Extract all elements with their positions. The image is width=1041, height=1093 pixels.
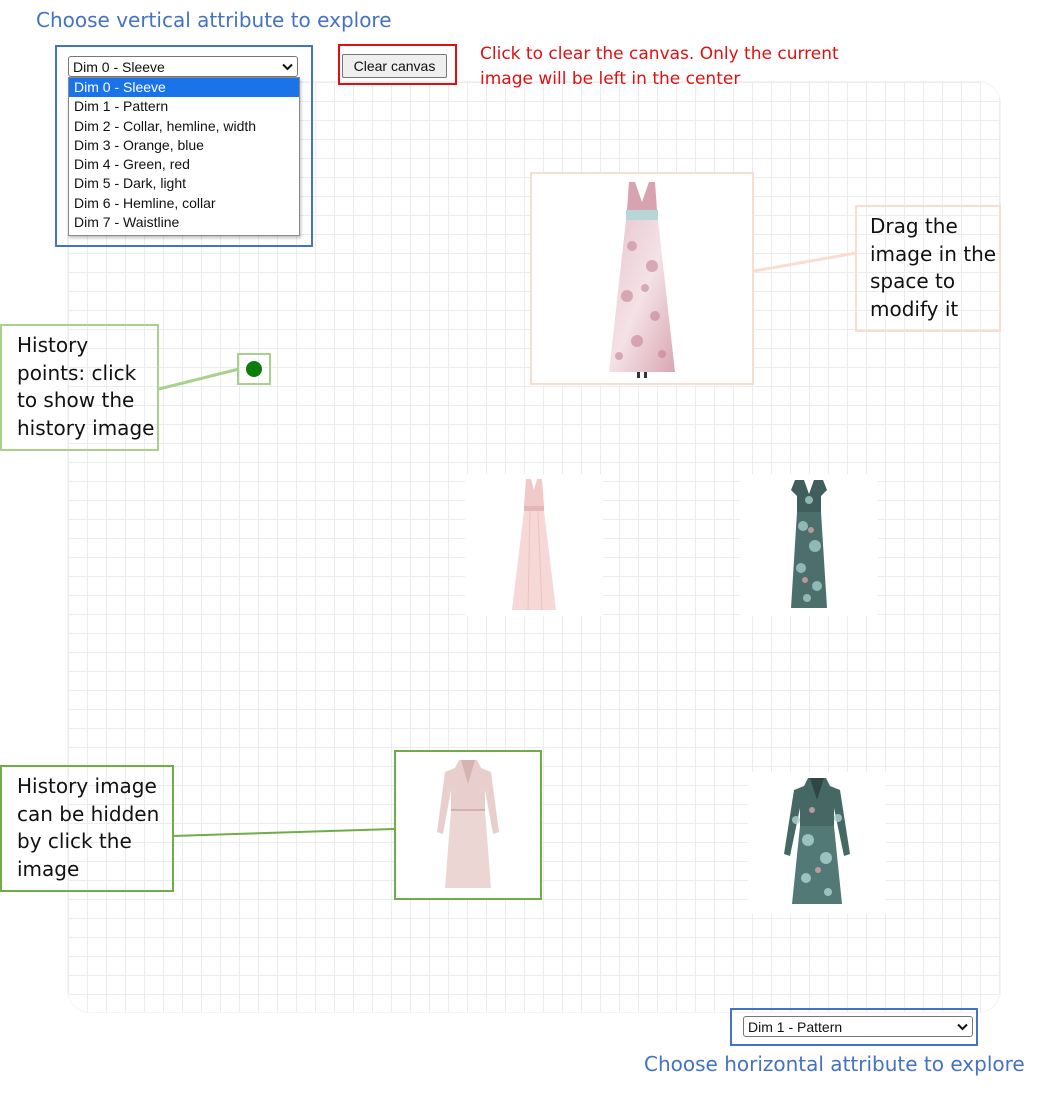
- floral-maxi-dress-image: [609, 182, 675, 378]
- history-image-connector: [172, 828, 395, 837]
- vertical-attribute-options: Dim 0 - Sleeve Dim 1 - Pattern Dim 2 - C…: [68, 77, 300, 236]
- drag-callout-line: image in the: [870, 241, 997, 266]
- horizontal-select-value: Dim 1 - Pattern: [748, 1018, 843, 1035]
- option-dim-2[interactable]: Dim 2 - Collar, hemline, width: [69, 117, 299, 136]
- history-point[interactable]: [246, 361, 262, 377]
- history-image-callout: History image can be hidden by click the…: [0, 765, 174, 892]
- chevron-down-icon: [282, 63, 293, 71]
- history-image-line: image: [17, 856, 80, 881]
- chevron-down-icon: [957, 1023, 968, 1031]
- history-points-line: History: [17, 333, 89, 357]
- current-image[interactable]: [530, 172, 754, 385]
- clear-hint-line-2: image will be left in the center: [480, 69, 741, 89]
- history-points-callout: History points: click to show the histor…: [0, 324, 159, 451]
- neighbor-image-teal-longsleeve[interactable]: [748, 772, 886, 914]
- horizontal-attribute-caption: Choose horizontal attribute to explore: [644, 1052, 1025, 1076]
- history-points-line: history image: [17, 415, 155, 440]
- clear-hint-line-1: Click to clear the canvas. Only the curr…: [480, 44, 839, 64]
- clear-hint: Click to clear the canvas. Only the curr…: [480, 42, 839, 92]
- horizontal-attribute-select[interactable]: Dim 1 - Pattern: [743, 1016, 973, 1037]
- vertical-select-value: Dim 0 - Sleeve: [73, 58, 165, 75]
- option-dim-4[interactable]: Dim 4 - Green, red: [69, 155, 299, 174]
- option-dim-0[interactable]: Dim 0 - Sleeve: [69, 78, 299, 98]
- neighbor-image-teal-floral[interactable]: [740, 474, 878, 616]
- history-point-connector: [158, 367, 240, 391]
- drag-callout-connector: [754, 251, 857, 273]
- drag-callout-line: space to: [870, 269, 956, 293]
- history-points-line: to show the: [17, 388, 135, 412]
- neighbor-image-pink-maxi[interactable]: [465, 474, 603, 616]
- option-dim-6[interactable]: Dim 6 - Hemline, collar: [69, 194, 299, 213]
- history-image[interactable]: [394, 750, 542, 900]
- option-dim-7[interactable]: Dim 7 - Waistline: [69, 213, 299, 232]
- drag-callout-line: modify it: [870, 296, 959, 321]
- history-points-line: points: click: [17, 360, 137, 385]
- history-image-line: can be hidden: [17, 801, 160, 826]
- history-image-line: History image: [17, 774, 157, 798]
- vertical-attribute-select[interactable]: Dim 0 - Sleeve: [68, 56, 298, 77]
- option-dim-5[interactable]: Dim 5 - Dark, light: [69, 174, 299, 193]
- history-point-highlight: [237, 353, 271, 385]
- history-image-line: by click the: [17, 829, 132, 853]
- option-dim-3[interactable]: Dim 3 - Orange, blue: [69, 136, 299, 155]
- vertical-attribute-caption: Choose vertical attribute to explore: [36, 8, 392, 32]
- clear-canvas-button[interactable]: Clear canvas: [342, 54, 447, 78]
- option-dim-1[interactable]: Dim 1 - Pattern: [69, 97, 299, 116]
- drag-callout: Drag the image in the space to modify it: [855, 205, 1001, 332]
- drag-callout-line: Drag the: [870, 214, 958, 238]
